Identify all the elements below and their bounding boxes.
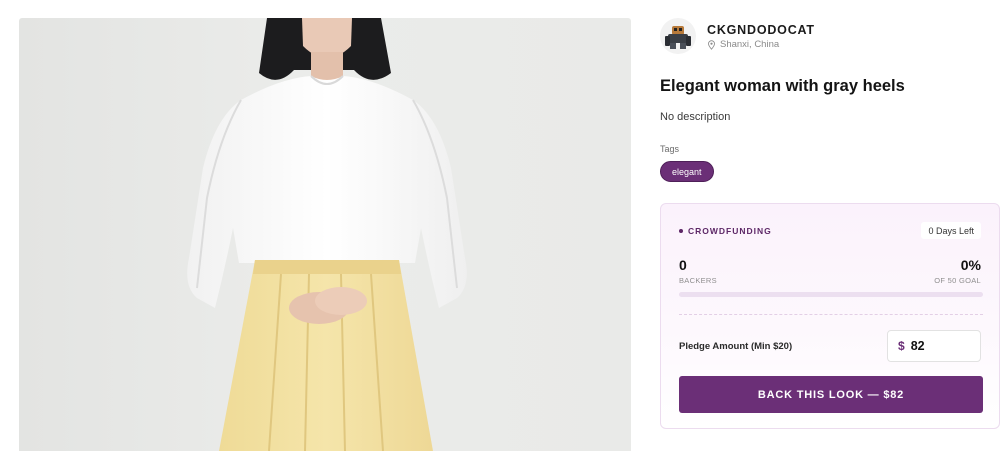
tag-chip-elegant[interactable]: elegant bbox=[660, 161, 714, 182]
card-divider bbox=[679, 314, 983, 315]
funding-progress-bar bbox=[679, 292, 983, 297]
tags-heading: Tags bbox=[660, 144, 680, 154]
currency-symbol: $ bbox=[898, 339, 905, 353]
backers-label: BACKERS bbox=[679, 276, 717, 285]
days-left-badge: 0 Days Left bbox=[921, 222, 981, 239]
pledge-amount-value[interactable]: 82 bbox=[911, 339, 925, 353]
pledge-label: Pledge Amount (Min $20) bbox=[679, 341, 793, 352]
map-pin-icon bbox=[708, 39, 715, 50]
back-this-look-button[interactable]: BACK THIS LOOK — $82 bbox=[679, 376, 983, 413]
status-dot-icon bbox=[679, 229, 683, 233]
funded-percent: 0% bbox=[960, 257, 981, 273]
look-title: Elegant woman with gray heels bbox=[660, 77, 905, 95]
model-photo-illustration bbox=[187, 18, 467, 451]
look-description: No description bbox=[660, 111, 731, 123]
goal-label: OF 50 GOAL bbox=[934, 276, 981, 285]
look-photo bbox=[19, 18, 631, 451]
creator-location: Shanxi, China bbox=[707, 39, 815, 50]
creator-header[interactable]: CKGNDODOCAT Shanxi, China bbox=[660, 18, 815, 54]
pledge-amount-input[interactable]: $ 82 bbox=[887, 330, 981, 362]
creator-name[interactable]: CKGNDODOCAT bbox=[707, 22, 815, 38]
creator-meta: CKGNDODOCAT Shanxi, China bbox=[707, 22, 815, 50]
crowdfunding-card: CROWDFUNDING 0 Days Left 0 BACKERS 0% OF… bbox=[660, 203, 1000, 429]
backers-count: 0 bbox=[679, 257, 687, 273]
crowdfunding-label-text: CROWDFUNDING bbox=[688, 226, 772, 236]
creator-location-text: Shanxi, China bbox=[720, 39, 780, 50]
crowdfunding-label: CROWDFUNDING bbox=[679, 226, 772, 236]
look-detail-page: CKGNDODOCAT Shanxi, China Elegant woman … bbox=[0, 0, 1000, 451]
mech-robot-avatar-icon[interactable] bbox=[660, 18, 696, 54]
